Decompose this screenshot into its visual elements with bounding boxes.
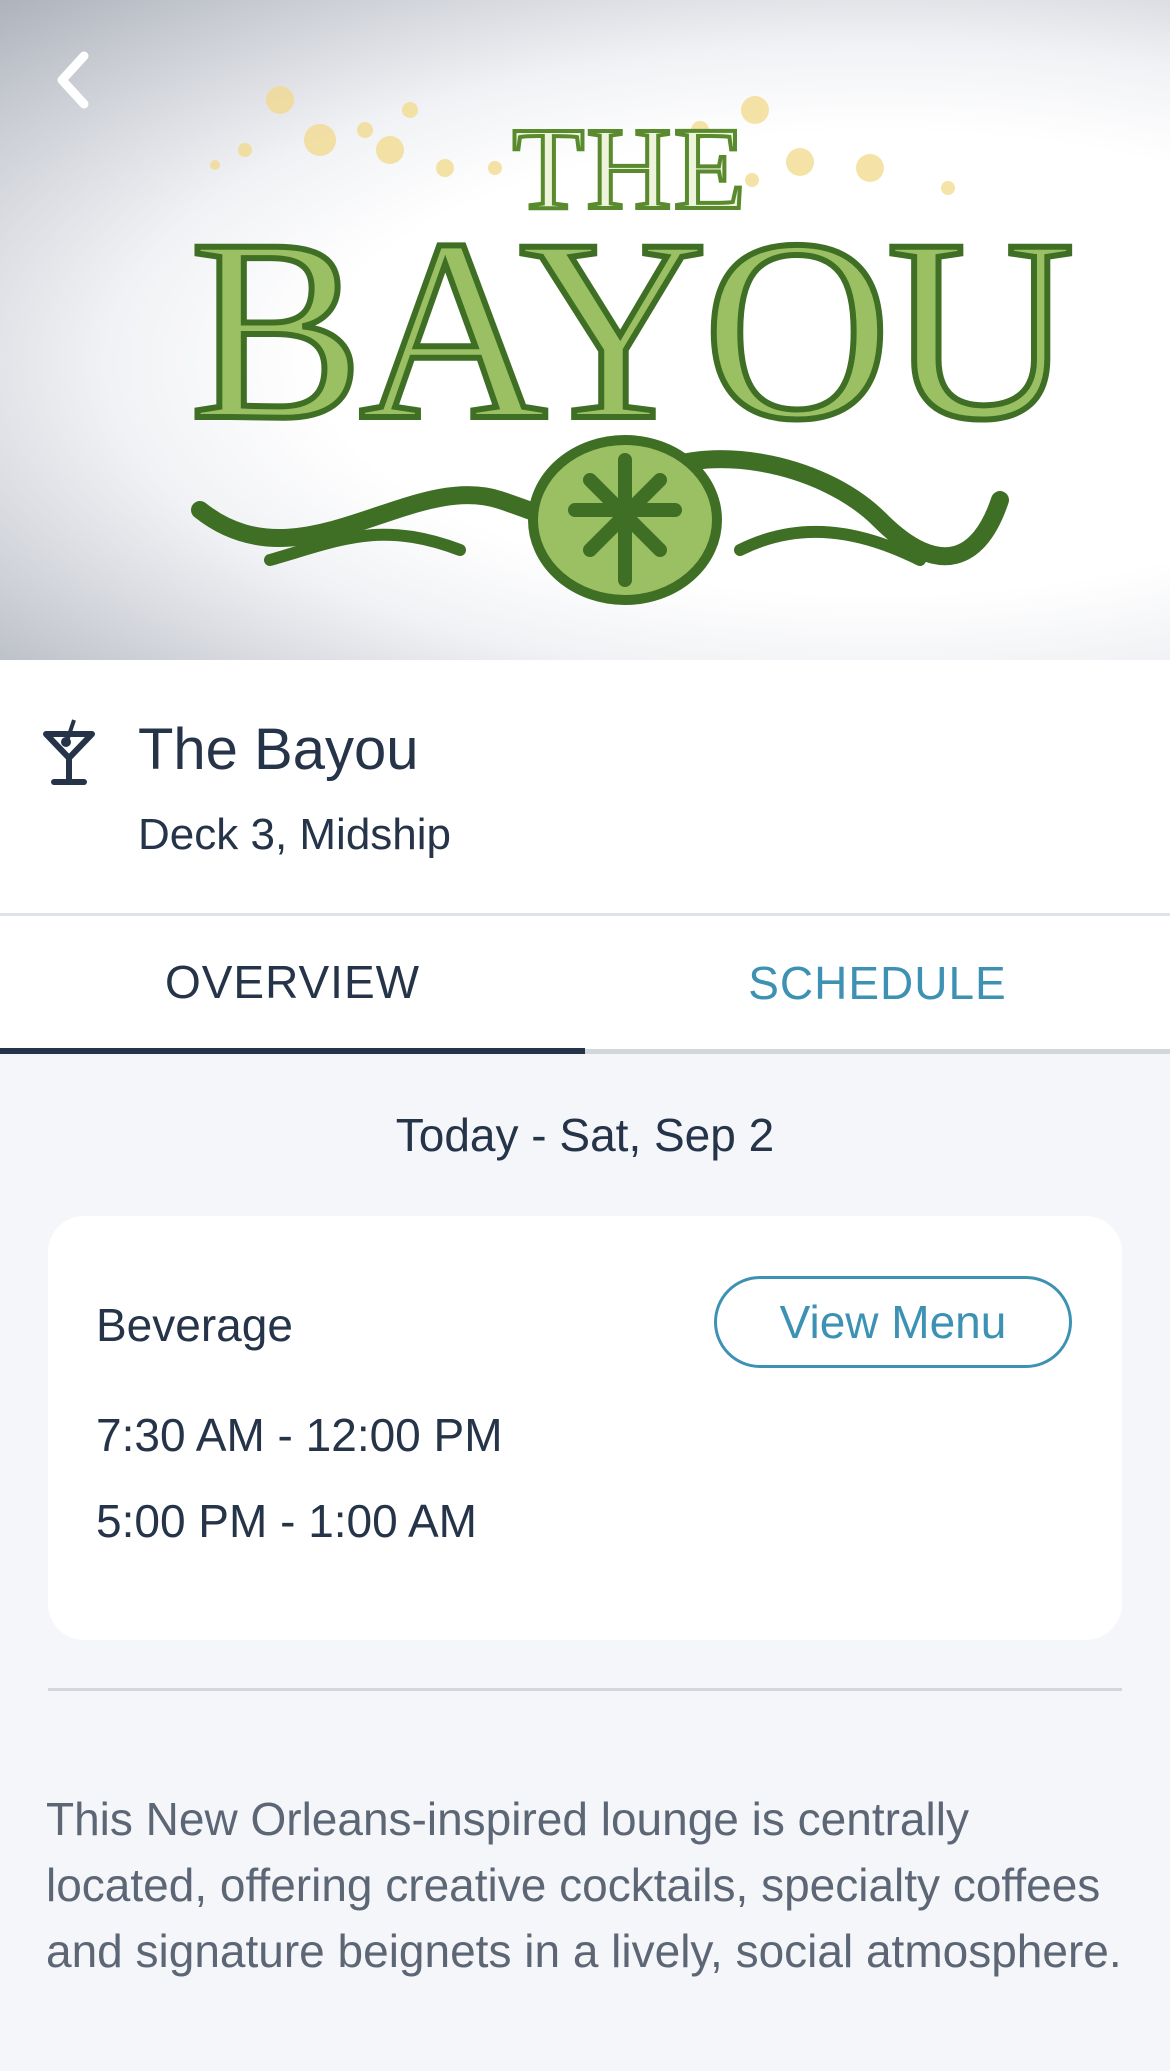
divider xyxy=(48,1688,1122,1691)
tab-schedule[interactable]: SCHEDULE xyxy=(585,916,1170,1054)
back-button[interactable] xyxy=(40,40,104,120)
tab-overview[interactable]: OVERVIEW xyxy=(0,916,585,1054)
lily-pad-swirl-icon xyxy=(191,435,1009,605)
chevron-left-icon xyxy=(57,51,89,109)
venue-title: The Bayou xyxy=(138,717,419,782)
venue-header: The Bayou Deck 3, Midship xyxy=(0,660,1170,914)
venue-location: Deck 3, Midship xyxy=(138,810,452,859)
date-heading: Today - Sat, Sep 2 xyxy=(395,1109,775,1161)
hours-card: Beverage View Menu 7:30 AM - 12:00 PM 5:… xyxy=(48,1216,1122,1640)
hours-range: 5:00 PM - 1:00 AM xyxy=(96,1495,477,1547)
hero-banner: THE BAYOU xyxy=(0,0,1170,660)
cocktail-icon xyxy=(43,719,95,785)
tab-bar: OVERVIEW SCHEDULE xyxy=(0,916,1170,1054)
venue-description: This New Orleans-inspired lounge is cent… xyxy=(46,1793,1122,1977)
hours-category: Beverage xyxy=(96,1299,293,1351)
view-menu-button[interactable]: View Menu xyxy=(714,1276,1072,1368)
bayou-logo: THE BAYOU xyxy=(180,60,1078,620)
hours-range: 7:30 AM - 12:00 PM xyxy=(96,1409,503,1461)
